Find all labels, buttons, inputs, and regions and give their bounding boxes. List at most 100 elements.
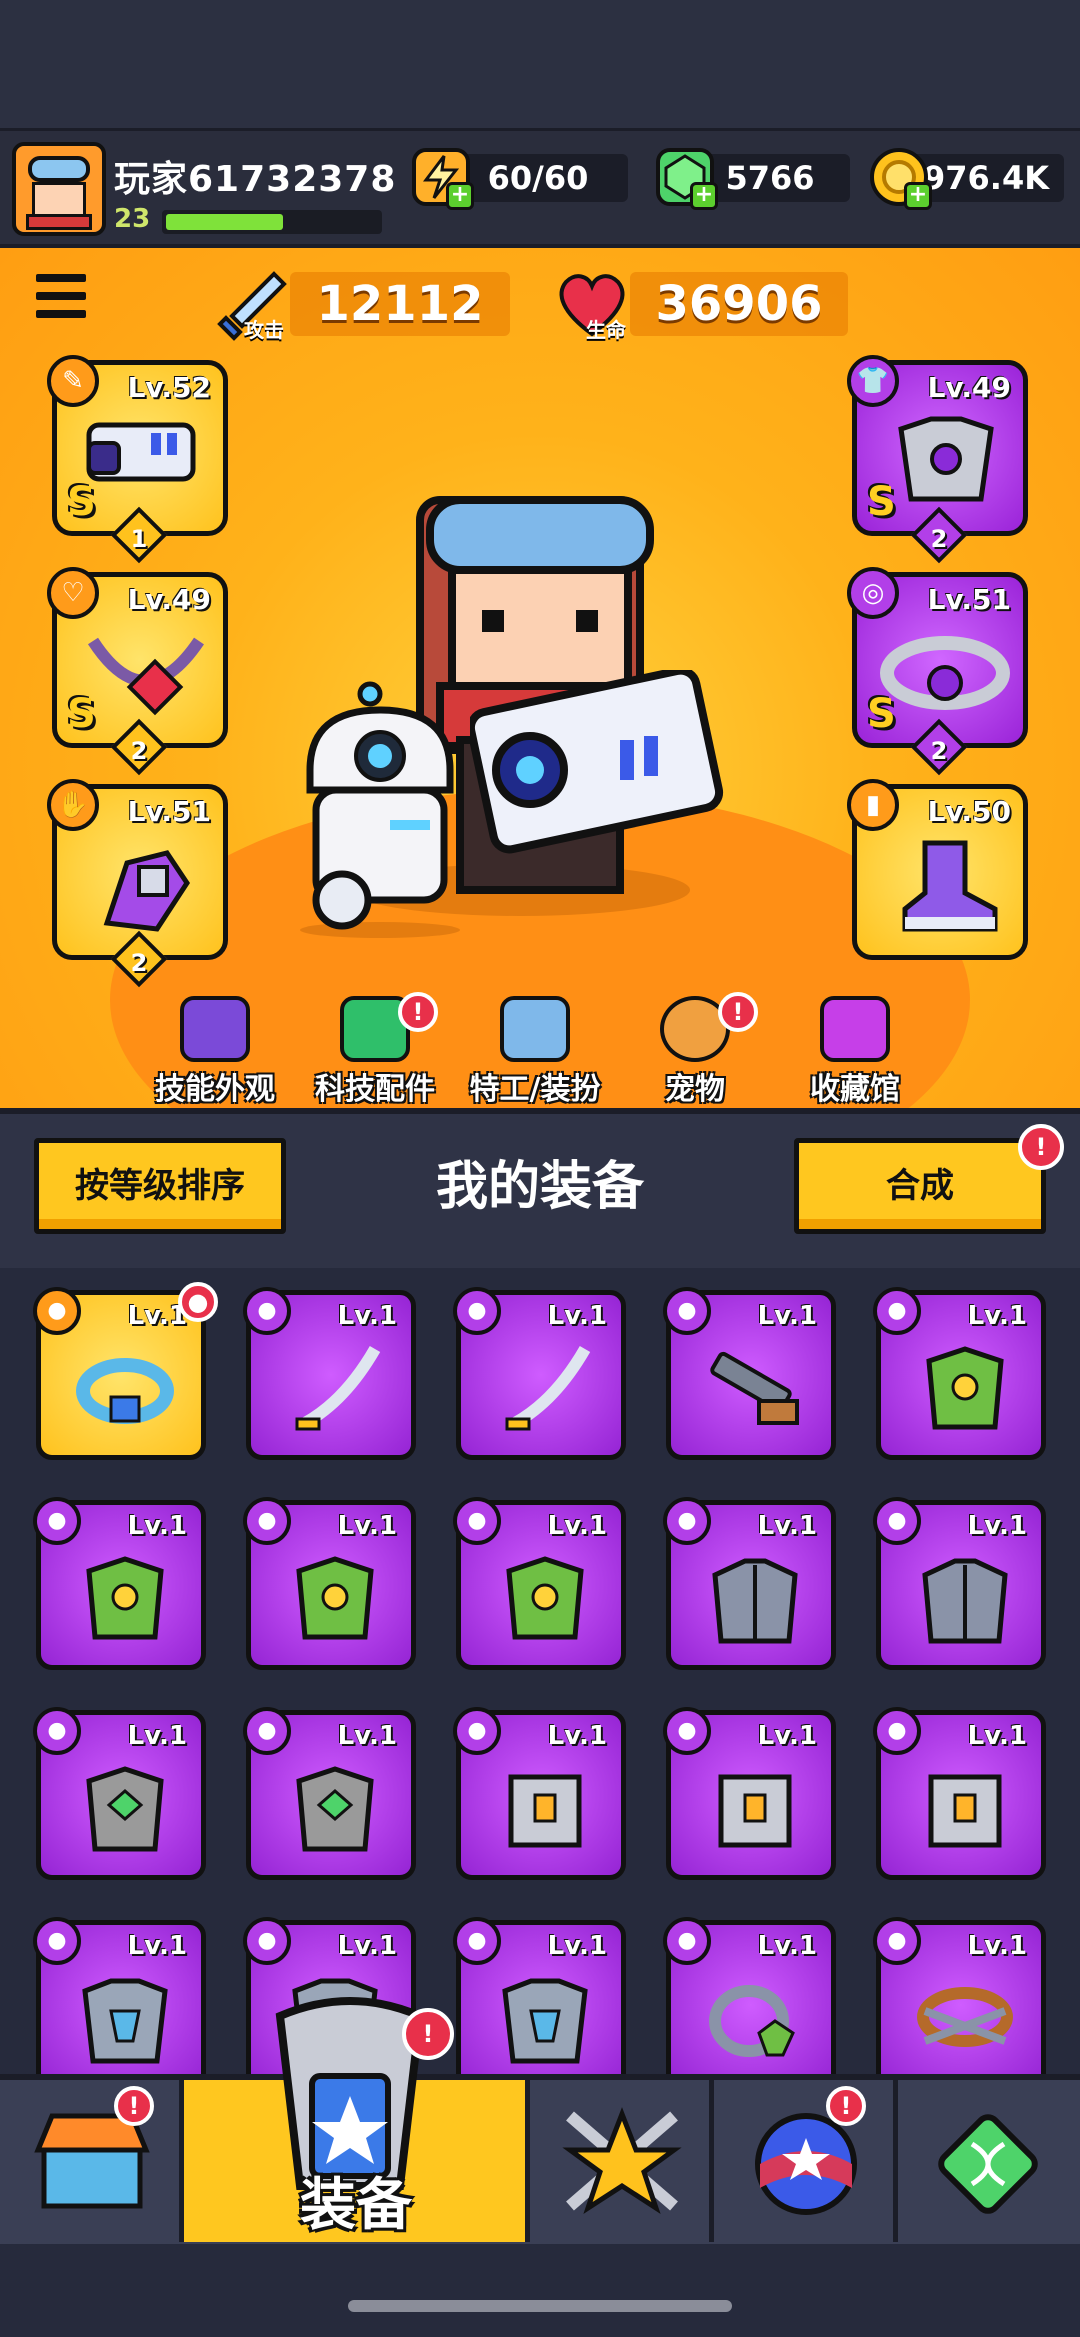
- home-indicator[interactable]: [348, 2300, 732, 2312]
- inventory-card[interactable]: ● Lv.1: [873, 1917, 1046, 2090]
- inventory-card[interactable]: ● Lv.1: [453, 1287, 626, 1460]
- item-level: Lv.1: [547, 1301, 607, 1331]
- steel-armor-icon: [922, 1558, 1008, 1644]
- boot-category-icon: ▮: [847, 779, 899, 831]
- equip-slot-gloves[interactable]: ✋ Lv.51 2: [47, 779, 228, 988]
- add-energy-icon[interactable]: +: [446, 182, 474, 210]
- gem-armor-icon: [86, 1766, 164, 1852]
- item-level: Lv.1: [757, 1511, 817, 1541]
- alert-badge: !: [402, 2008, 454, 2060]
- inventory-card[interactable]: ● Lv.1: [453, 1707, 626, 1880]
- item-level: Lv.1: [967, 1931, 1027, 1961]
- inventory-card[interactable]: ● Lv.1: [873, 1497, 1046, 1670]
- nav-challenge[interactable]: !: [714, 2080, 898, 2242]
- equip-slot-boots[interactable]: ▮ Lv.50: [847, 779, 1028, 960]
- skill-skin-button[interactable]: 技能外观: [140, 990, 290, 1108]
- item-level: Lv.1: [547, 1721, 607, 1751]
- inventory-card[interactable]: ● Lv.1: [33, 1917, 206, 2090]
- inventory-card[interactable]: ● Lv.1: [33, 1497, 206, 1670]
- alert-badge: !: [398, 992, 438, 1032]
- equip-slot-armor[interactable]: 👕 Lv.49 S 2: [847, 355, 1028, 564]
- inventory-card[interactable]: ● Lv.1: [453, 1917, 626, 2090]
- leaf-armor-icon: [506, 1556, 584, 1640]
- item-level: Lv.1: [127, 1721, 187, 1751]
- energy-counter: 60/60: [448, 154, 628, 202]
- slot-stars: 2: [130, 949, 148, 977]
- item-category-icon: ●: [453, 1707, 501, 1755]
- mech-belt-icon: [880, 636, 1010, 710]
- belt-icon: [76, 1358, 174, 1424]
- sort-by-level-button[interactable]: 按等级排序: [34, 1138, 286, 1234]
- item-category-icon: ●: [873, 1287, 921, 1335]
- skill-skin-icon: [180, 996, 250, 1062]
- item-category-icon: ●: [243, 1707, 291, 1755]
- tech-part-button[interactable]: 科技配件 !: [300, 990, 450, 1108]
- item-category-icon: ●: [33, 1707, 81, 1755]
- player-name: 玩家61732378: [114, 159, 397, 200]
- inventory-card[interactable]: ● Lv.1: [873, 1287, 1046, 1460]
- merge-alert-badge: !: [1018, 1124, 1064, 1170]
- equip-slot-necklace[interactable]: ♡ Lv.49 S 2: [47, 567, 228, 776]
- health-value: 36906: [655, 276, 823, 332]
- inventory-card[interactable]: ● Lv.1: [33, 1287, 206, 1460]
- nav-shop[interactable]: !: [0, 2080, 184, 2242]
- energy-value: 60/60: [487, 159, 589, 197]
- dna-icon: [938, 2114, 1038, 2214]
- coin-icon[interactable]: +: [870, 148, 932, 210]
- item-level: Lv.1: [547, 1511, 607, 1541]
- inventory-card[interactable]: ● Lv.1: [663, 1287, 836, 1460]
- panel-title: 我的装备: [435, 1157, 644, 1217]
- inventory-card[interactable]: ● Lv.1: [243, 1497, 416, 1670]
- add-coin-icon[interactable]: +: [904, 182, 932, 210]
- collection-label: 收藏馆: [810, 1072, 900, 1107]
- item-level: Lv.1: [547, 1931, 607, 1961]
- slot-rank: S: [867, 479, 896, 525]
- item-level: Lv.1: [337, 1511, 397, 1541]
- slot-stars: 2: [930, 525, 948, 553]
- player-avatar[interactable]: [12, 142, 106, 236]
- attack-stat: 12112: [290, 272, 510, 336]
- nav-battle[interactable]: [530, 2080, 714, 2242]
- item-category-icon: ●: [243, 1287, 291, 1335]
- chain-necklace-icon: [87, 637, 204, 716]
- menu-icon[interactable]: [36, 272, 86, 322]
- health-stat: 36906: [630, 272, 848, 336]
- collection-button[interactable]: 收藏馆: [780, 990, 930, 1108]
- inventory-card[interactable]: ● Lv.1: [663, 1917, 836, 2090]
- inventory-card[interactable]: ● Lv.1: [873, 1707, 1046, 1880]
- health-label: 生命: [586, 318, 626, 342]
- belt-category-icon: ◎: [847, 567, 899, 619]
- pet-button[interactable]: 宠物 !: [620, 990, 770, 1108]
- item-level: Lv.1: [967, 1511, 1027, 1541]
- inventory-card[interactable]: ● Lv.1: [663, 1497, 836, 1670]
- equip-slot-belt[interactable]: ◎ Lv.51 S 2: [847, 567, 1028, 776]
- slot-stars: 1: [130, 525, 148, 553]
- inventory-card[interactable]: ● Lv.1: [453, 1497, 626, 1670]
- inventory-card[interactable]: ● Lv.1: [243, 1287, 416, 1460]
- inventory-card[interactable]: ● Lv.1: [243, 1707, 416, 1880]
- energy-icon[interactable]: +: [412, 148, 474, 210]
- inventory-card[interactable]: ● Lv.1: [663, 1707, 836, 1880]
- gem-icon[interactable]: +: [656, 148, 718, 210]
- nav-evolve[interactable]: [898, 2080, 1080, 2242]
- item-category-icon: ●: [873, 1917, 921, 1965]
- item-category-icon: ●: [33, 1917, 81, 1965]
- equip-slot-weapon[interactable]: ✎ Lv.52 S 1: [47, 355, 228, 564]
- inventory-card[interactable]: ● Lv.1: [33, 1707, 206, 1880]
- agent-button[interactable]: 特工/装扮: [460, 990, 610, 1108]
- slot-rank: S: [67, 691, 96, 737]
- slot-level: Lv.51: [927, 583, 1011, 616]
- slot-rank: S: [67, 479, 96, 525]
- add-gem-icon[interactable]: +: [690, 182, 718, 210]
- player-level: 23: [114, 204, 151, 234]
- tech-part-label: 科技配件: [315, 1072, 435, 1107]
- item-category-icon: ●: [663, 1497, 711, 1545]
- slot-level: Lv.49: [927, 371, 1011, 404]
- slot-stars: 2: [930, 737, 948, 765]
- steel-armor-icon: [712, 1558, 798, 1644]
- armor-category-icon: 👕: [847, 355, 899, 407]
- merge-button[interactable]: 合成: [794, 1138, 1046, 1234]
- item-category-icon: ●: [873, 1707, 921, 1755]
- plate-armor-icon: [928, 1774, 1002, 1848]
- pet-label: 宠物: [665, 1072, 725, 1107]
